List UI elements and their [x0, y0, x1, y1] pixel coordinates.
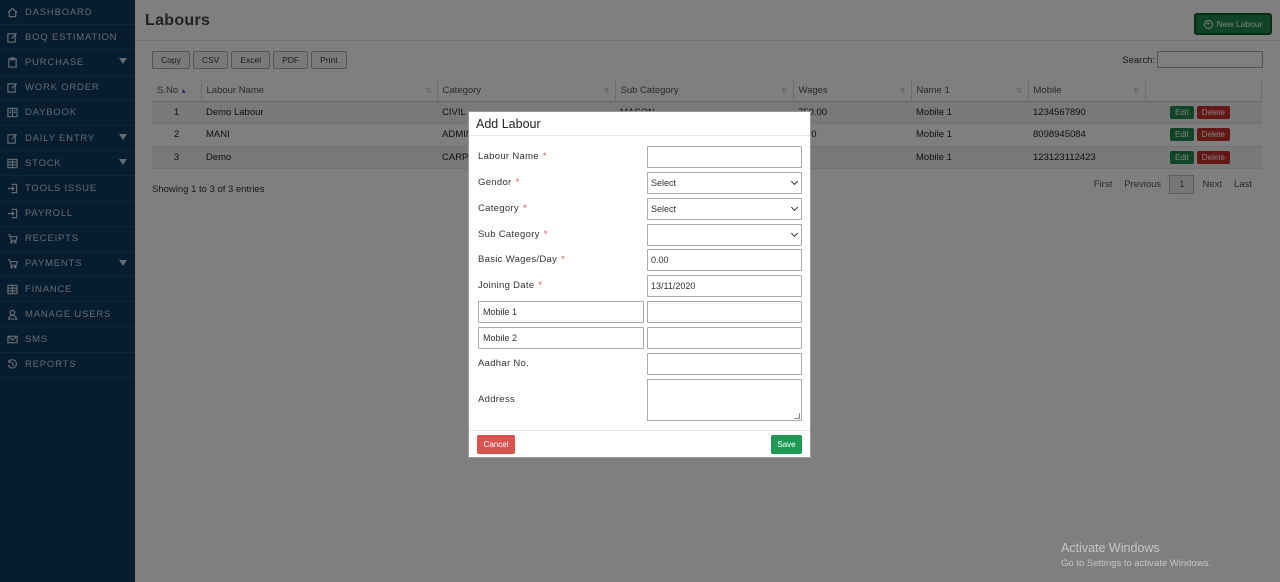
required-mark: * [543, 229, 548, 240]
aadhar-input[interactable] [647, 353, 802, 375]
sub-category-label: Sub Category * [478, 229, 548, 240]
required-mark: * [542, 151, 547, 162]
save-button[interactable]: Save [771, 435, 802, 454]
watermark-title: Activate Windows [1061, 541, 1160, 555]
labour-name-input[interactable] [647, 146, 802, 168]
gender-label: Gendor * [478, 177, 520, 188]
labour-name-label: Labour Name * [478, 151, 547, 162]
mobile1-row: Mobile 1 [478, 301, 802, 323]
category-label: Category * [478, 203, 527, 214]
required-mark: * [538, 280, 543, 291]
resize-grip-icon[interactable] [794, 413, 800, 419]
category-row: Category * Select [478, 198, 802, 220]
wages-label: Basic Wages/Day * [478, 254, 566, 265]
mobile2-name-input[interactable]: Mobile 2 [478, 327, 644, 349]
add-labour-modal: Add Labour Labour Name * Gendor * Select C… [468, 111, 811, 458]
chevron-down-icon [790, 177, 799, 186]
modal-footer-divider [469, 430, 810, 431]
chevron-down-icon [790, 203, 799, 212]
mobile2-number-input[interactable] [647, 327, 802, 349]
aadhar-row: Aadhar No. [478, 353, 802, 375]
address-label: Address [478, 394, 515, 405]
sub-category-select[interactable] [647, 224, 802, 246]
watermark-subtitle: Go to Settings to activate Windows. [1061, 558, 1211, 569]
aadhar-label: Aadhar No. [478, 358, 530, 369]
labour-name-row: Labour Name * [478, 146, 802, 168]
joining-date-label: Joining Date * [478, 280, 543, 291]
joining-date-row: Joining Date * 13/11/2020 [478, 275, 802, 297]
required-mark: * [561, 254, 566, 265]
address-textarea[interactable] [647, 379, 802, 421]
chevron-down-icon [790, 229, 799, 238]
wages-input[interactable]: 0.00 [647, 249, 802, 271]
mobile2-row: Mobile 2 [478, 327, 802, 349]
activate-windows-watermark: Activate Windows Go to Settings to activ… [1061, 541, 1211, 569]
gender-row: Gendor * Select [478, 172, 802, 194]
required-mark: * [522, 203, 527, 214]
joining-date-input[interactable]: 13/11/2020 [647, 275, 802, 297]
cancel-button[interactable]: Cancel [477, 435, 515, 454]
category-select[interactable]: Select [647, 198, 802, 220]
gender-select[interactable]: Select [647, 172, 802, 194]
mobile1-number-input[interactable] [647, 301, 802, 323]
address-row: Address [478, 379, 802, 421]
sub-category-row: Sub Category * [478, 224, 802, 246]
wages-row: Basic Wages/Day * 0.00 [478, 249, 802, 271]
modal-title: Add Labour [469, 112, 810, 136]
mobile1-name-input[interactable]: Mobile 1 [478, 301, 644, 323]
required-mark: * [515, 177, 520, 188]
